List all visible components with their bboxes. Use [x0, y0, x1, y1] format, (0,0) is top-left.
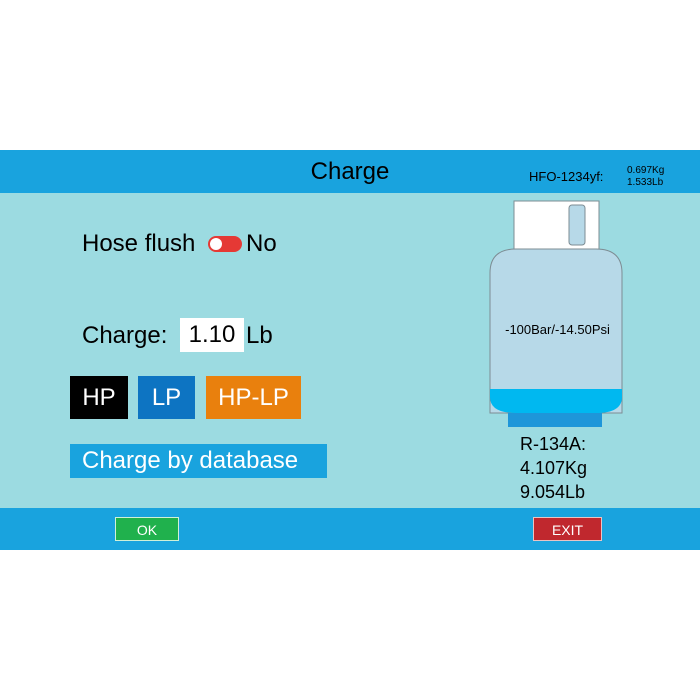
tank-icon [489, 200, 623, 427]
tank-pressure: -100Bar/-14.50Psi [505, 322, 610, 337]
toggle-knob [210, 238, 222, 250]
ok-button[interactable]: OK [115, 517, 179, 541]
tank-liquid [490, 389, 622, 413]
refrigerant-name: HFO-1234yf: [529, 169, 604, 184]
charge-screen: Charge HFO-1234yf: 0.697Kg 1.533Lb Hose … [0, 150, 700, 550]
hp-lp-button[interactable]: HP-LP [206, 376, 301, 419]
refrigerant-kg: 0.697Kg [627, 165, 665, 176]
tank-valve [513, 200, 600, 254]
charge-by-database-button[interactable]: Charge by database [70, 444, 327, 478]
exit-button[interactable]: EXIT [533, 517, 602, 541]
header-bar: Charge HFO-1234yf: 0.697Kg 1.533Lb [0, 150, 700, 193]
lp-button[interactable]: LP [138, 376, 195, 419]
charge-amount-input[interactable] [180, 318, 244, 352]
charge-label: Charge: [82, 322, 168, 349]
tank-valve-window [568, 204, 586, 246]
tank-info: R-134A: 4.107Kg 9.054Lb [520, 432, 587, 504]
tank-weight-lb: 9.054Lb [520, 482, 586, 502]
charge-unit: Lb [246, 322, 273, 349]
refrigerant-amount: 0.697Kg 1.533Lb [627, 165, 664, 189]
footer-bar: OK EXIT [0, 508, 700, 550]
refrigerant-lb: 1.533Lb [627, 177, 664, 188]
hose-flush-label: Hose flush [82, 230, 196, 257]
hose-flush-value: No [246, 230, 277, 257]
hp-button[interactable]: HP [70, 376, 128, 419]
tank-weight-kg: 4.107Kg [520, 458, 588, 478]
tank-base [508, 413, 602, 427]
hose-flush-toggle[interactable] [208, 236, 242, 252]
tank-refrigerant: R-134A: [520, 434, 587, 454]
